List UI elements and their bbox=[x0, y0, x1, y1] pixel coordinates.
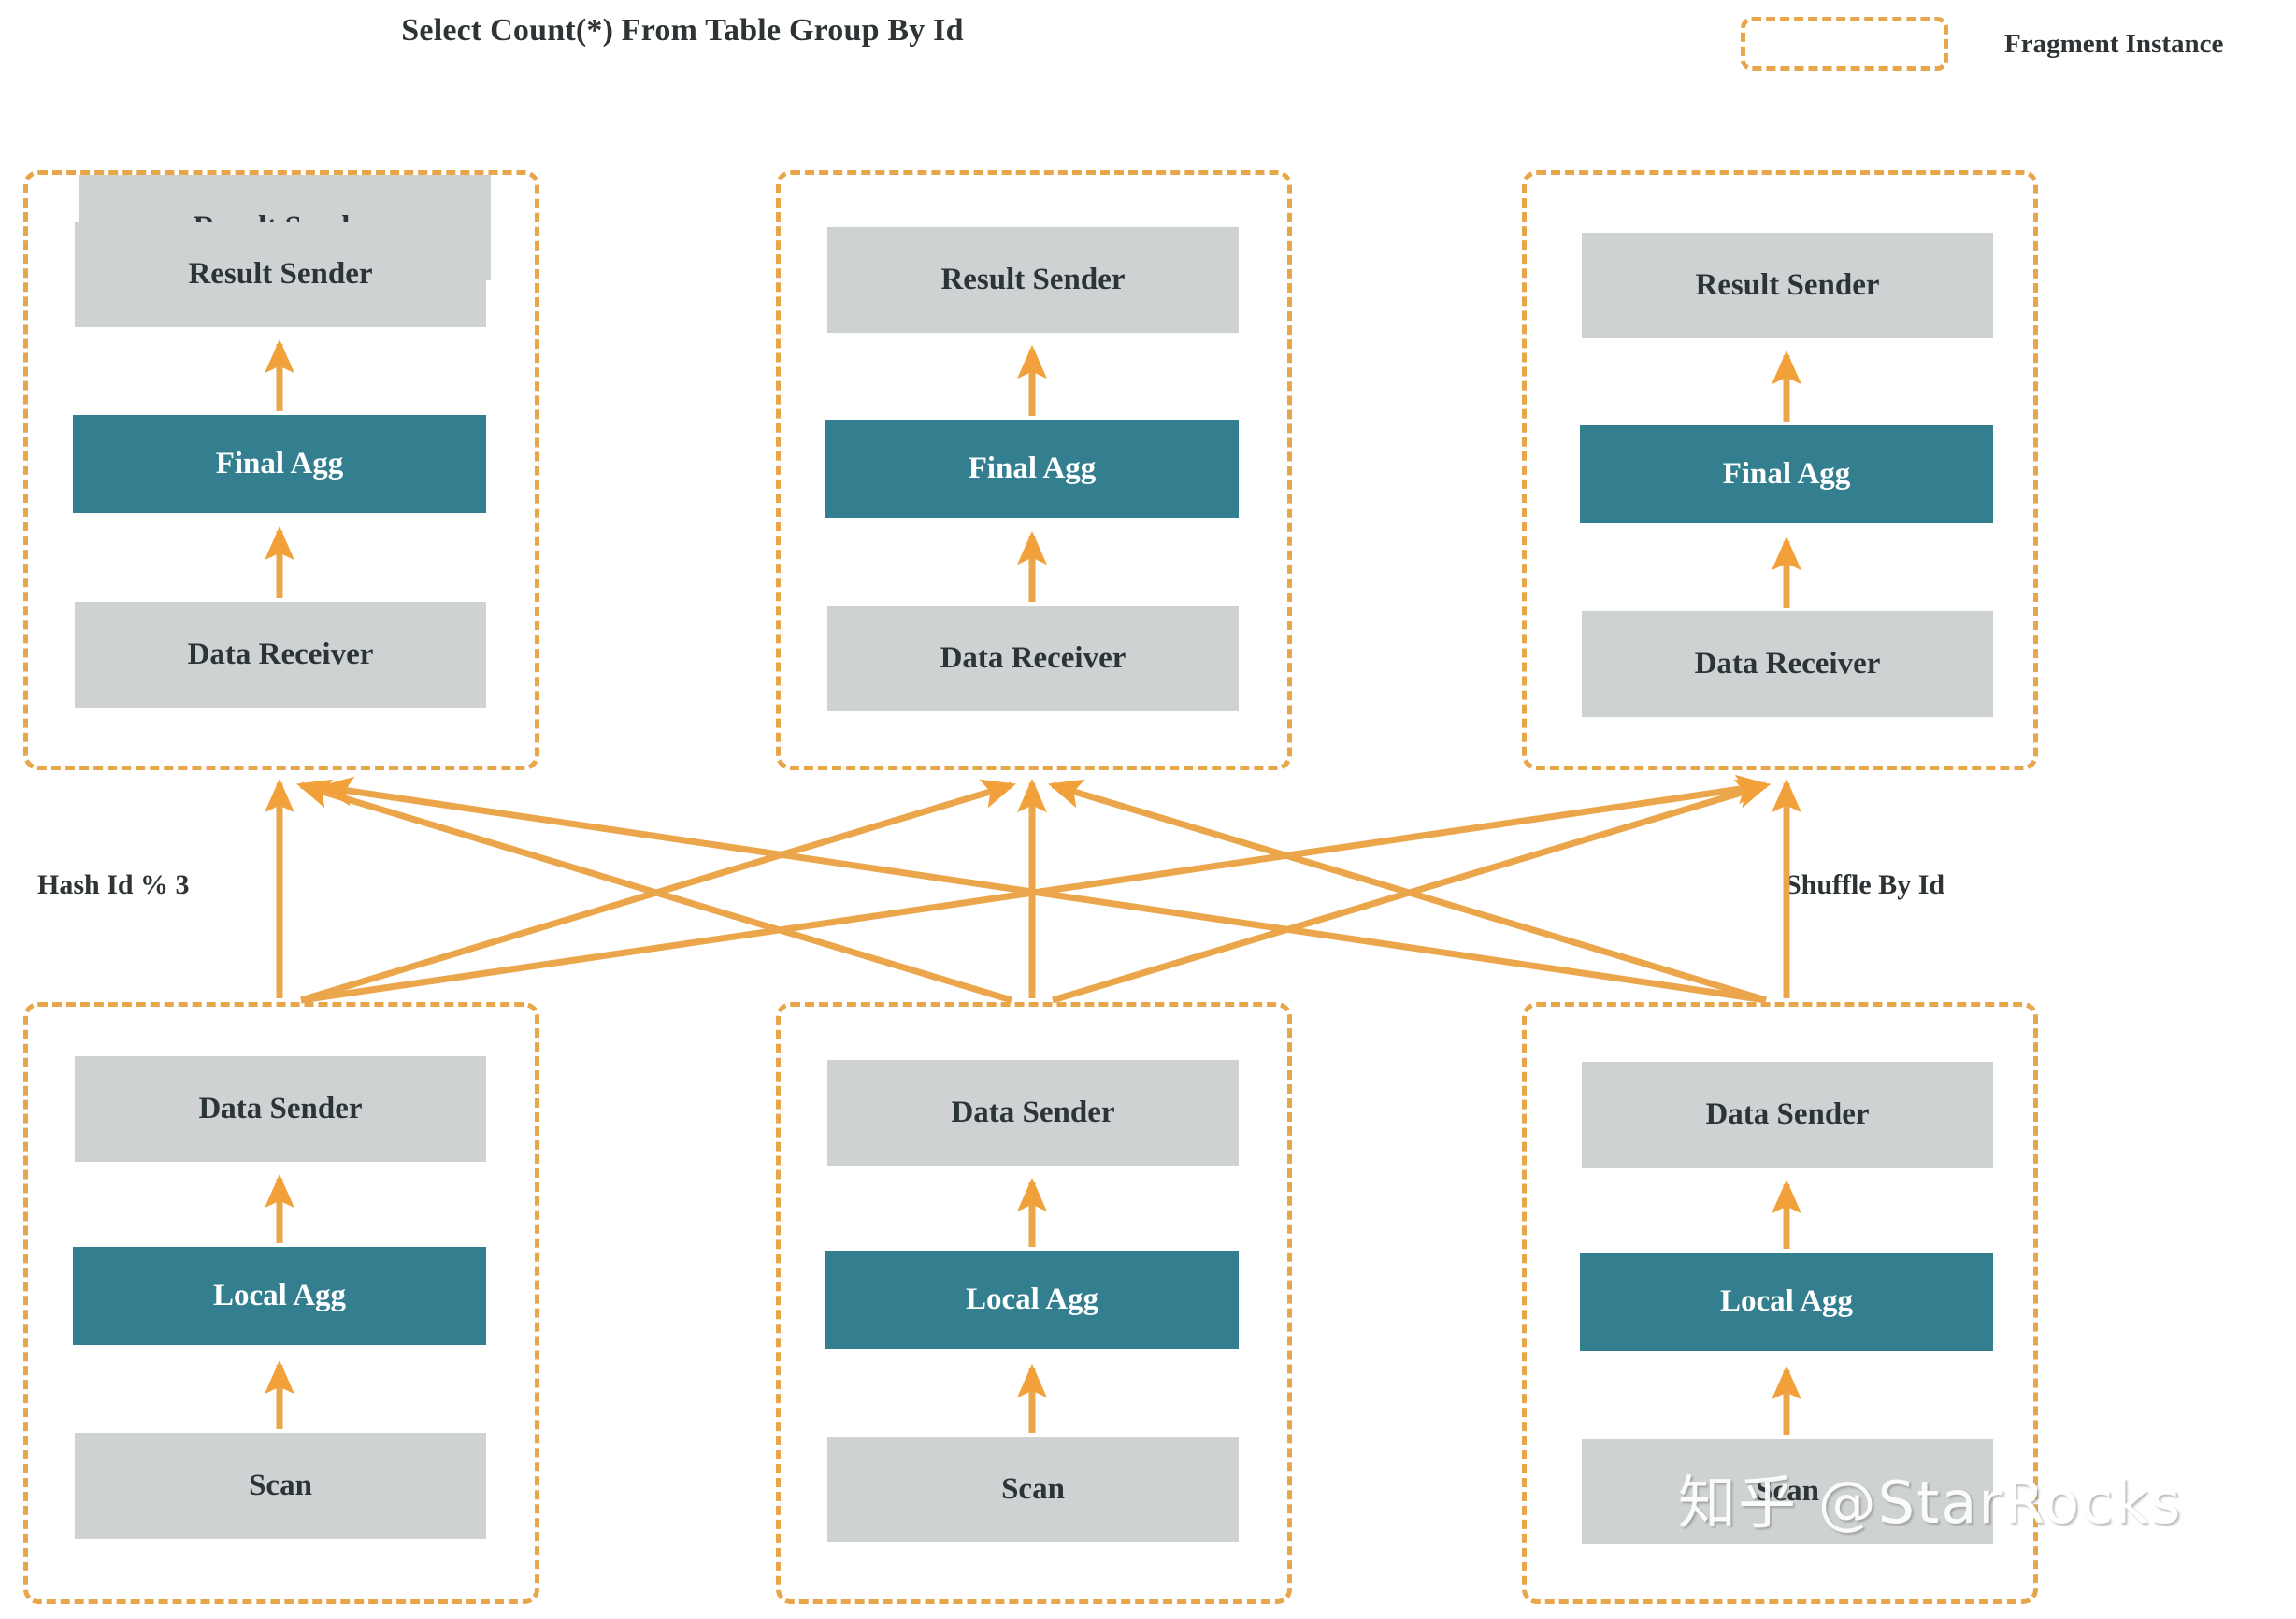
operator-data-sender-2[interactable]: Data Sender bbox=[827, 1060, 1239, 1166]
operator-data-receiver-3[interactable]: Data Receiver bbox=[1582, 611, 1993, 717]
operator-final-agg-3[interactable]: Final Agg bbox=[1580, 425, 1993, 523]
operator-data-sender-3[interactable]: Data Sender bbox=[1582, 1062, 1993, 1168]
operator-label: Result Sender bbox=[1695, 268, 1880, 302]
operator-label: Local Agg bbox=[1719, 1284, 1854, 1318]
page-title: Select Count(*) From Table Group By Id bbox=[401, 13, 964, 48]
operator-label: Data Sender bbox=[951, 1096, 1115, 1129]
operator-local-agg-2[interactable]: Local Agg bbox=[825, 1251, 1239, 1349]
legend-label: Fragment Instance bbox=[2004, 28, 2224, 59]
operator-label: Data Receiver bbox=[1694, 647, 1881, 681]
operator-local-agg-3[interactable]: Local Agg bbox=[1580, 1253, 1993, 1351]
shuffle-edge-1-0 bbox=[296, 779, 1013, 1004]
operator-label: Local Agg bbox=[965, 1282, 1099, 1316]
operator-scan-1[interactable]: Scan bbox=[75, 1433, 486, 1539]
operator-label: Scan bbox=[1001, 1472, 1065, 1506]
operator-scan-2[interactable]: Scan bbox=[827, 1437, 1239, 1542]
shuffle-edge-group-vertical bbox=[264, 778, 1802, 998]
operator-label: Local Agg bbox=[212, 1279, 347, 1312]
operator-final-agg-1[interactable]: Final Agg bbox=[73, 415, 486, 513]
edge-label-hash: Hash Id % 3 bbox=[37, 869, 190, 900]
shuffle-edge-2-0 bbox=[318, 776, 1767, 1004]
operator-result-sender-3[interactable]: Result Sender bbox=[1582, 233, 1993, 338]
operator-label: Result Sender bbox=[188, 257, 373, 291]
operator-final-agg-2[interactable]: Final Agg bbox=[825, 420, 1239, 518]
operator-label: Data Sender bbox=[1705, 1097, 1870, 1131]
operator-label: Final Agg bbox=[968, 451, 1097, 485]
operator-label: Scan bbox=[249, 1469, 312, 1502]
operator-label: Data Receiver bbox=[187, 638, 374, 671]
shuffle-edge-2-1 bbox=[1048, 779, 1768, 1004]
operator-data-receiver-2[interactable]: Data Receiver bbox=[827, 606, 1239, 711]
operator-label: Result Sender bbox=[940, 263, 1126, 296]
operator-label: Data Sender bbox=[198, 1092, 363, 1125]
legend: Fragment Instance bbox=[1741, 17, 2223, 71]
operator-label: Final Agg bbox=[215, 447, 344, 480]
shuffle-edge-0-2 bbox=[300, 774, 1772, 1004]
edge-label-shuffle: Shuffle By Id bbox=[1786, 869, 1945, 900]
operator-data-sender-1[interactable]: Data Sender bbox=[75, 1056, 486, 1162]
shuffle-edge-0-1 bbox=[299, 779, 1016, 1004]
watermark: 知乎 @StarRocks bbox=[1678, 1469, 2183, 1537]
operator-local-agg-1[interactable]: Local Agg bbox=[73, 1247, 486, 1345]
dashed-rectangle-icon bbox=[1741, 17, 1948, 71]
shuffle-edge-group-diagonal bbox=[296, 774, 1772, 1004]
operator-label: Data Receiver bbox=[940, 641, 1126, 675]
operator-result-sender-2[interactable]: Result Sender bbox=[827, 227, 1239, 333]
operator-label: Final Agg bbox=[1722, 457, 1851, 491]
operator-data-receiver-1[interactable]: Data Receiver bbox=[75, 602, 486, 708]
shuffle-edge-1-2 bbox=[1051, 779, 1771, 1004]
operator-result-sender-1[interactable]: Result Sender bbox=[75, 222, 486, 327]
diagram-canvas: Select Count(*) From Table Group By Id F… bbox=[0, 0, 2296, 1619]
